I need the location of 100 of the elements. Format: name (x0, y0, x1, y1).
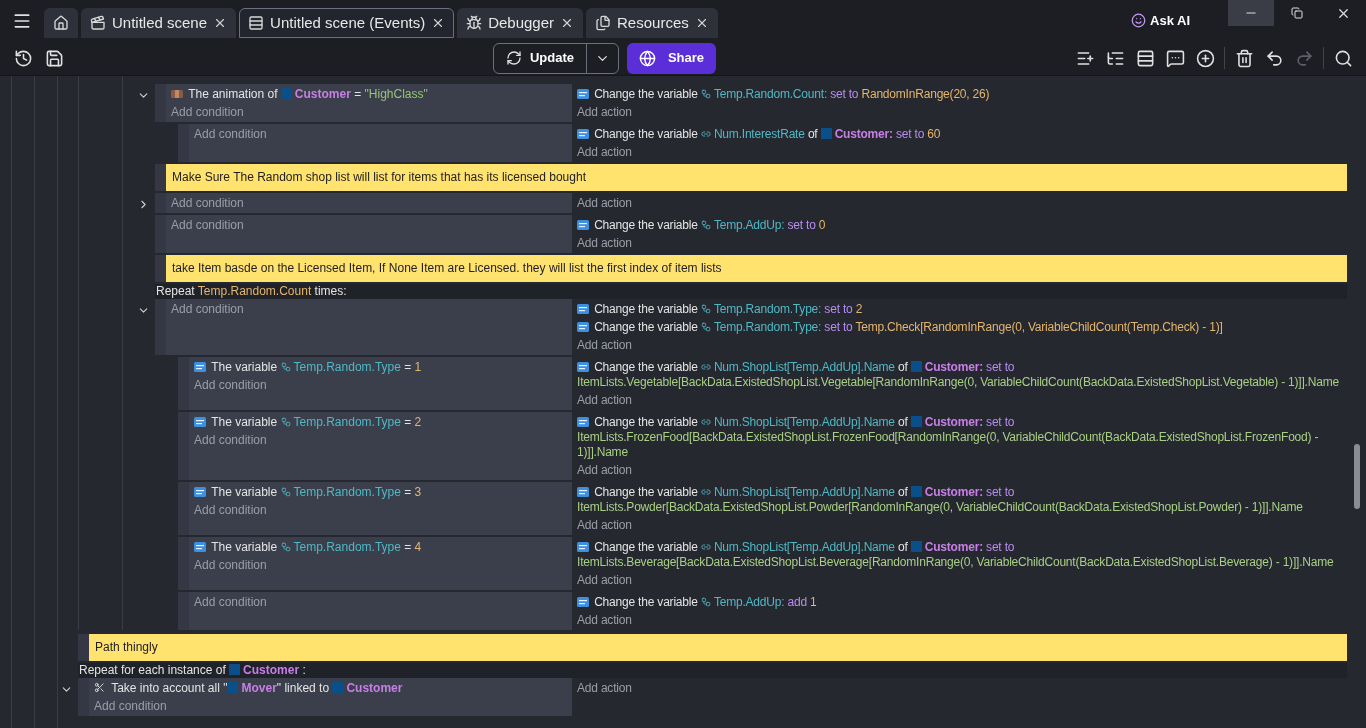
event-handle[interactable] (178, 412, 189, 480)
restore-icon (1291, 7, 1303, 19)
instruction-text: The animation of (188, 86, 278, 101)
variable-icon (577, 321, 589, 332)
tab[interactable] (44, 8, 78, 38)
variable-icon (577, 596, 589, 607)
variable-name: Num.ShopList[Temp.AddUp].Name (713, 414, 895, 429)
add-action-link[interactable]: Add action (577, 572, 632, 587)
add-action-link[interactable]: Add action (577, 235, 632, 250)
variable-name: Temp.AddUp: (713, 217, 785, 232)
scissors-icon (94, 681, 105, 693)
keyword-text: set to (986, 359, 1015, 374)
event-handle[interactable] (178, 537, 189, 590)
add-action-link[interactable]: Add action (577, 462, 632, 477)
object-thumbnail-icon (332, 681, 344, 693)
event-handle[interactable] (155, 84, 166, 122)
list-icon (248, 15, 265, 31)
value-text: 60 (927, 126, 941, 141)
keyword-text: set to (986, 414, 1015, 429)
variable-icon (194, 361, 206, 372)
instruction-text: of (898, 484, 908, 499)
event-handle[interactable] (178, 592, 189, 630)
instruction-text: : (302, 663, 306, 677)
ask-ai-button[interactable]: Ask AI (1123, 0, 1198, 41)
event-handle[interactable] (155, 215, 166, 253)
object-thumbnail-icon (910, 360, 922, 372)
keyword-text: set to (986, 484, 1015, 499)
value-text: 4 (414, 539, 422, 554)
object-name: Mover (241, 680, 277, 695)
variable-tree-icon (280, 416, 291, 427)
comment: Make Sure The Random shop list will list for items that has its licensed bought (166, 164, 1347, 191)
variable-name: Temp.Random.Type (293, 414, 401, 429)
tab[interactable]: Untitled scene (81, 8, 237, 38)
object-name: Customer: (924, 414, 983, 429)
value-text: 1 (414, 359, 422, 374)
event-handle[interactable] (155, 193, 166, 213)
variable-icon (194, 486, 206, 497)
add-action-link[interactable]: Add action (577, 392, 632, 407)
add-condition-link[interactable]: Add condition (171, 104, 244, 119)
value-text: Temp.Check[RandomInRange(0, VariableChildCount(Temp.Check) - 1)] (855, 319, 1223, 334)
add-action-link[interactable]: Add action (577, 612, 632, 627)
add-condition-link[interactable]: Add condition (171, 217, 244, 232)
object-thumbnail-icon (820, 127, 832, 139)
keyword-text: set to (824, 301, 853, 316)
variable-icon (577, 88, 589, 99)
comment: take Item basde on the Licensed Item, If None Item are Licensed. they will list the first index of item lists (166, 255, 1347, 282)
variable-name: Temp.Random.Count: (713, 86, 827, 101)
globe-icon (638, 49, 656, 67)
value-text: 2 (414, 414, 422, 429)
link-icon (700, 361, 711, 372)
object-thumbnail-icon (910, 415, 922, 427)
add-condition-link[interactable]: Add condition (194, 502, 267, 517)
event-handle[interactable] (78, 678, 89, 716)
event-handle[interactable] (155, 299, 166, 355)
value-text: RandomInRange(20, 26) (861, 86, 990, 101)
add-action-link[interactable]: Add action (577, 517, 632, 532)
event-handle[interactable] (155, 164, 166, 191)
variable-name: Num.ShopList[Temp.AddUp].Name (713, 484, 895, 499)
instruction-text: The variable (211, 359, 278, 374)
add-condition-link[interactable]: Add condition (194, 594, 267, 609)
add-condition-link[interactable]: Add condition (171, 195, 244, 210)
tab[interactable]: Untitled scene (Events) (239, 8, 455, 38)
variable-icon (577, 303, 589, 314)
value-text: 2 (855, 301, 863, 316)
event-handle[interactable] (178, 124, 189, 162)
instruction-text: of (898, 359, 908, 374)
event-handle[interactable] (155, 255, 166, 282)
variable-name: Temp.Random.Type (293, 539, 401, 554)
add-condition-link[interactable]: Add condition (194, 432, 267, 447)
event-handle[interactable] (178, 482, 189, 535)
object-name: Customer: (924, 359, 983, 374)
variable-icon (577, 219, 589, 230)
event-handle[interactable] (78, 634, 89, 661)
bug-icon (466, 15, 483, 31)
instruction-text: Change the variable (594, 86, 698, 101)
add-action-link[interactable]: Add action (577, 195, 632, 210)
tab[interactable]: Debugger (457, 8, 584, 38)
add-condition-link[interactable]: Add condition (194, 377, 267, 392)
add-condition-link[interactable]: Add condition (94, 698, 167, 713)
variable-tree-icon (700, 303, 711, 314)
share-button[interactable]: Share (626, 42, 717, 74)
tab[interactable]: Resources (586, 8, 718, 38)
instruction-text: = (354, 86, 362, 101)
instruction-text: = (404, 359, 412, 374)
scrollbar-thumb[interactable] (1353, 444, 1360, 509)
add-condition-link[interactable]: Add condition (194, 557, 267, 572)
object-name: Customer (243, 663, 300, 677)
add-action-link[interactable]: Add action (577, 104, 632, 119)
add-action-link[interactable]: Add action (577, 337, 632, 352)
add-action-link[interactable]: Add action (577, 144, 632, 159)
keyword-text: set to (830, 86, 859, 101)
event-handle[interactable] (178, 357, 189, 410)
add-action-link[interactable]: Add action (577, 680, 632, 695)
add-condition-link[interactable]: Add condition (171, 301, 244, 316)
add-condition-link[interactable]: Add condition (194, 126, 267, 141)
instruction-text: = (404, 484, 412, 499)
keyword-text: set to (896, 126, 925, 141)
variable-tree-icon (280, 361, 291, 372)
expression-text: ItemLists.Beverage[BackData.ExistedShopList.Beverage[RandomInRange(0, VariableChildCount(BackData.ExistedShopList.Beverage) - 1)]].Name (577, 554, 1334, 569)
instruction-text: Change the variable (594, 594, 698, 609)
